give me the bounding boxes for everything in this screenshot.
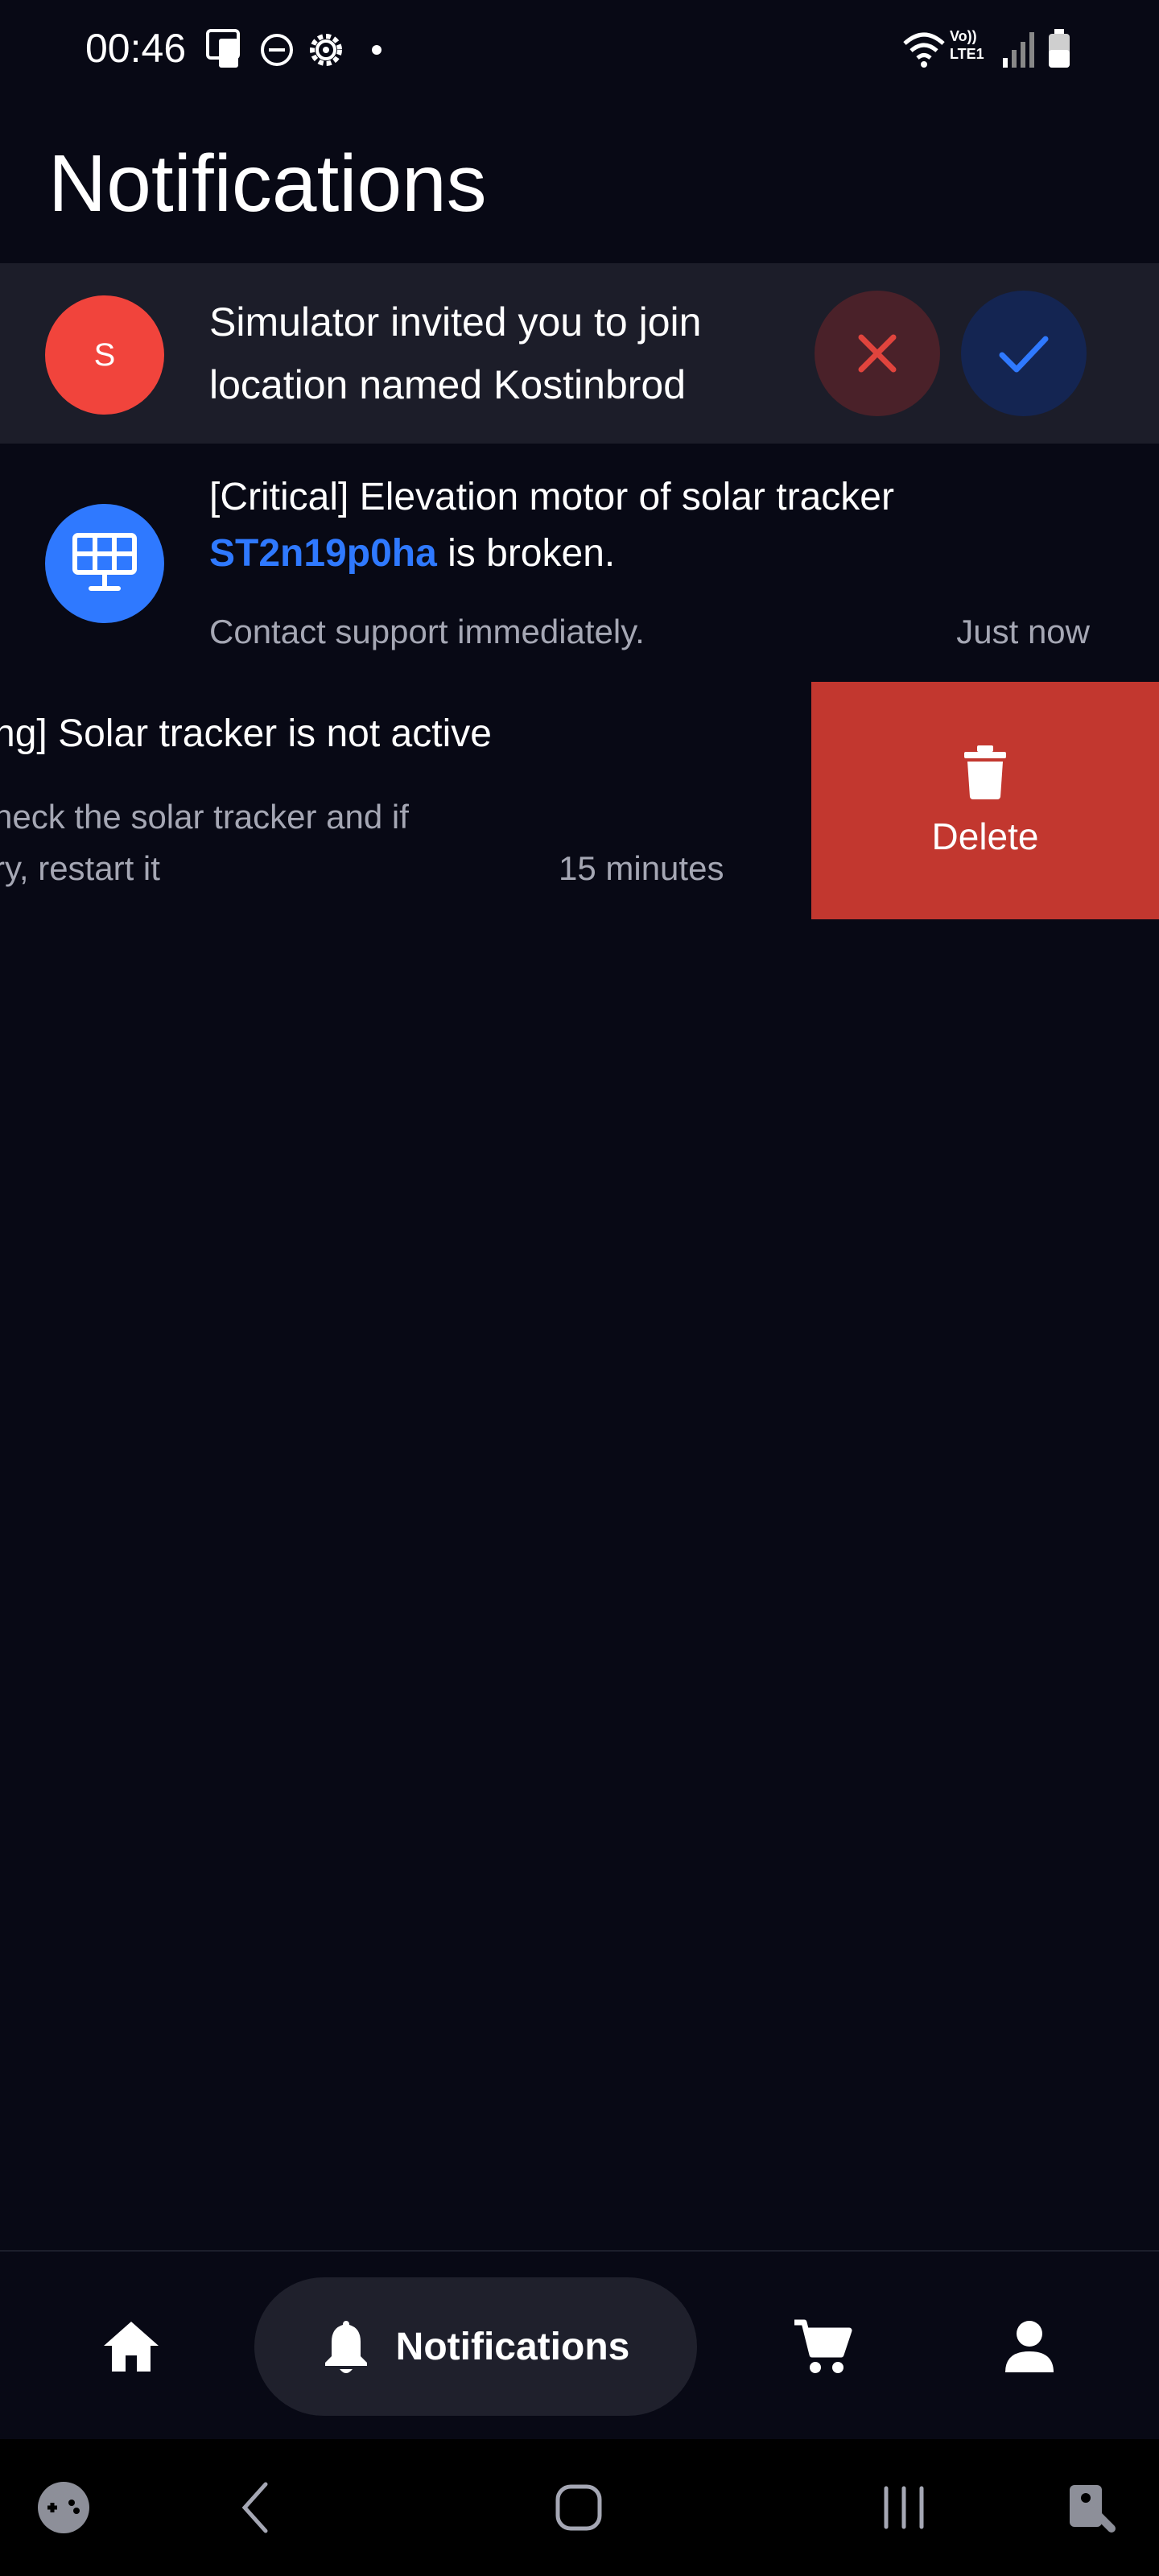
notification-title-suffix: is broken. — [436, 532, 616, 575]
notification-item-swiped[interactable]: ng] Solar tracker is not active heck the… — [0, 682, 1159, 919]
wifi-icon — [903, 32, 945, 68]
sim-card-icon — [206, 29, 240, 68]
trash-icon — [964, 745, 1006, 799]
delete-label: Delete — [931, 815, 1039, 857]
nav-notifications[interactable]: Notifications — [254, 2277, 697, 2416]
device-link[interactable]: ST2n19p0ha — [209, 532, 437, 575]
cart-icon — [794, 2319, 852, 2373]
person-icon — [1005, 2321, 1054, 2372]
battery-icon — [1049, 29, 1070, 68]
notification-avatar — [45, 504, 164, 623]
bottom-navigation: Notifications — [0, 2250, 1159, 2440]
network-label-lte: LTE1 — [950, 46, 984, 62]
do-not-disturb-icon — [261, 34, 293, 66]
nav-home[interactable] — [71, 2277, 192, 2416]
invitation-text: Simulator invited you to join location n… — [209, 299, 702, 407]
settings-gear-icon — [310, 34, 342, 66]
notification-description-line-2: ry, restart it — [0, 849, 160, 887]
avatar: S — [45, 295, 164, 415]
bell-icon — [324, 2321, 367, 2373]
notification-description: Contact support immediately. — [209, 613, 645, 650]
decline-button[interactable] — [815, 291, 940, 416]
notification-description-line-1: heck the solar tracker and if — [0, 798, 409, 836]
home-system-button[interactable] — [542, 2471, 615, 2544]
notification-item[interactable]: [Critical] Elevation motor of solar trac… — [0, 444, 1159, 682]
game-launcher-button[interactable] — [27, 2471, 100, 2544]
nav-notifications-label: Notifications — [395, 2325, 630, 2368]
notification-description: heck the solar tracker and if ry, restar… — [0, 791, 468, 894]
notification-title: ng] Solar tracker is not active — [0, 712, 492, 755]
home-circle-icon — [555, 2484, 602, 2531]
status-bar: 00:46 Vo)) LTE1 — [0, 0, 1159, 97]
system-navigation-bar — [0, 2439, 1159, 2576]
volte-lte1-icon: Vo)) LTE1 — [950, 27, 984, 63]
check-icon — [999, 336, 1049, 373]
nav-profile[interactable] — [969, 2277, 1090, 2416]
game-launcher-icon — [38, 2482, 89, 2533]
notification-time: Just now — [956, 613, 1090, 650]
signal-icon — [1003, 32, 1034, 68]
back-button[interactable] — [219, 2471, 291, 2544]
accessibility-button[interactable] — [1054, 2471, 1127, 2544]
notification-time: 15 minutes — [559, 849, 724, 887]
notification-title: [Critical] Elevation motor of solar trac… — [209, 469, 1095, 582]
notification-title-prefix: [Critical] Elevation motor of solar trac… — [209, 476, 894, 518]
accept-button[interactable] — [961, 291, 1087, 416]
recents-button[interactable] — [868, 2471, 940, 2544]
network-label-volte: Vo)) — [950, 28, 977, 44]
back-icon — [241, 2482, 268, 2533]
dot-icon — [372, 45, 382, 55]
close-icon — [858, 334, 897, 373]
delete-button[interactable]: Delete — [811, 682, 1159, 919]
invitation-notification[interactable]: S Simulator invited you to join location… — [0, 263, 1159, 444]
recents-icon — [884, 2486, 924, 2529]
nav-cart[interactable] — [761, 2277, 882, 2416]
accessibility-icon — [1070, 2485, 1116, 2533]
solar-panel-icon — [72, 533, 137, 591]
page-title: Notifications — [48, 138, 487, 229]
status-time: 00:46 — [85, 26, 187, 71]
avatar-letter: S — [93, 336, 116, 373]
home-icon — [104, 2322, 159, 2372]
